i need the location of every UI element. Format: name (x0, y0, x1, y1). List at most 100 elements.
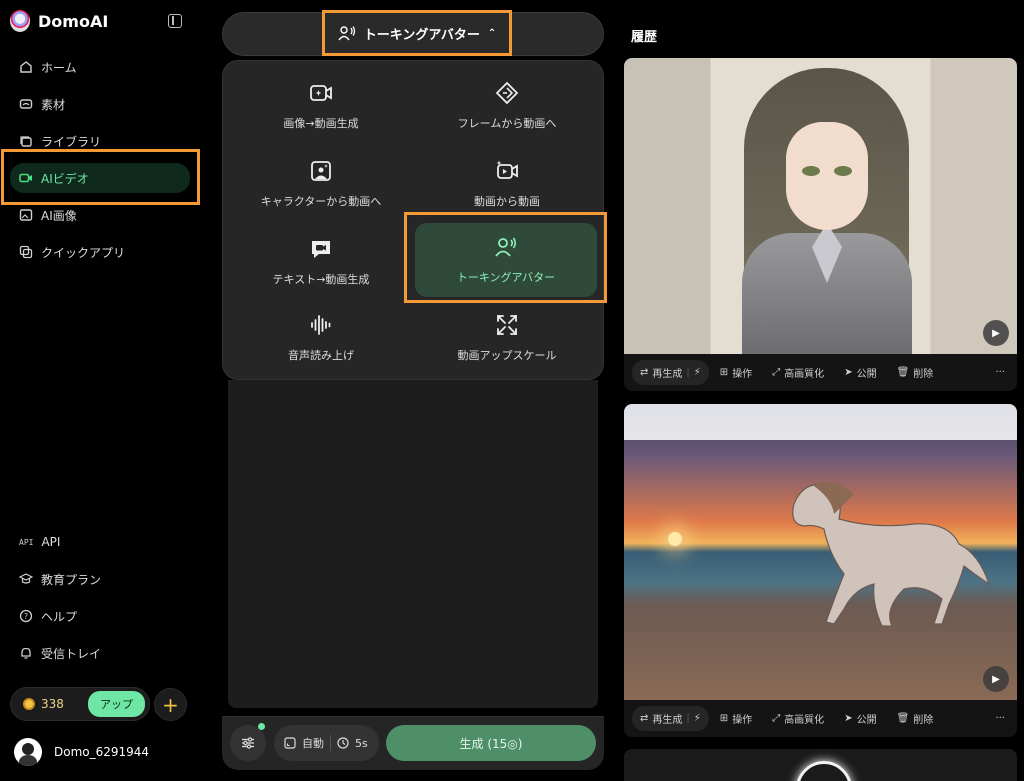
mode-option-video-upscale[interactable]: 動画アップスケール (417, 301, 597, 375)
add-credits-button[interactable]: + (154, 688, 187, 721)
send-icon: ➤ (844, 367, 853, 378)
mode-option-frame-to-video[interactable]: フレームから動画へ (417, 69, 597, 143)
trash-icon: 🗑 (896, 713, 910, 724)
sidebar-item-label: クイックアプリ (41, 245, 126, 260)
thumbnail-art (786, 122, 868, 230)
logo[interactable]: DomoAI (10, 10, 108, 32)
play-button[interactable]: ▶ (983, 320, 1009, 346)
aspect-duration-selector[interactable]: 自動 5s (274, 725, 379, 761)
regenerate-button[interactable]: ⇄ 再生成 | ⚡ (632, 706, 709, 731)
voice-waveform-icon (311, 315, 331, 335)
mode-selector[interactable]: トーキングアバター ⌃ (322, 10, 512, 56)
enhance-button[interactable]: ⤢ 高画質化 (763, 360, 833, 385)
sidebar-item-label: ホーム (41, 60, 77, 75)
publish-button[interactable]: ➤ 公開 (835, 706, 885, 731)
mode-option-image-to-video[interactable]: 画像→動画生成 (231, 69, 411, 143)
bolt-icon: ⚡ (693, 367, 701, 378)
repeat-icon: ⇄ (640, 713, 649, 724)
thumbnail-art (834, 166, 852, 176)
more-button[interactable]: ··· (995, 713, 1005, 724)
plus-square-icon: ⊞ (719, 367, 729, 378)
sidebar-item-label: 教育プラン (41, 572, 102, 587)
delete-label: 削除 (913, 369, 934, 380)
sidebar-collapse-icon[interactable] (168, 14, 182, 28)
sidebar-item-label: AI画像 (41, 208, 77, 223)
quick-app-icon (19, 245, 33, 259)
mode-option-label: フレームから動画へ (457, 117, 557, 130)
regenerate-label: 再生成 (652, 715, 683, 726)
mode-option-video-to-video[interactable]: 動画から動画 (417, 147, 597, 221)
mode-option-label: テキスト→動画生成 (272, 273, 370, 286)
sidebar-item-label: ライブラリ (41, 134, 102, 149)
coin-icon (23, 698, 35, 710)
enhance-label: 高画質化 (784, 715, 825, 726)
highlight-box-sidebar (1, 149, 200, 205)
mode-option-character-to-video[interactable]: キャラクターから動画へ (231, 147, 411, 221)
publish-button[interactable]: ➤ 公開 (835, 360, 885, 385)
thumbnail-art (668, 532, 682, 546)
sidebar-item-api[interactable]: API API (10, 527, 190, 557)
more-button[interactable]: ··· (995, 367, 1005, 378)
plus-square-icon: ⊞ (719, 713, 729, 724)
chevron-up-icon: ⌃ (487, 27, 497, 39)
frame-to-video-icon (495, 81, 519, 105)
operate-label: 操作 (732, 715, 753, 726)
divider (330, 735, 331, 751)
mode-selector-label: トーキングアバター (363, 27, 480, 43)
mode-option-label: キャラクターから動画へ (260, 195, 382, 208)
history-card[interactable]: ▶ ⇄ 再生成 | ⚡ ⊞ 操作 ⤢ 高画質化 ➤ 公開 🗑 削除 ··· (624, 58, 1017, 391)
operate-button[interactable]: ⊞ 操作 (711, 360, 761, 385)
history-title: 履歴 (631, 30, 658, 45)
video-thumbnail[interactable] (624, 58, 1017, 354)
delete-button[interactable]: 🗑 削除 (888, 706, 943, 731)
history-card[interactable]: ▶ ⇄ 再生成 | ⚡ ⊞ 操作 ⤢ 高画質化 ➤ 公開 🗑 削除 ··· (624, 404, 1017, 737)
mode-option-label: 動画から動画 (474, 195, 540, 208)
upgrade-button[interactable]: アップ (88, 691, 145, 717)
sidebar-item-label: API (41, 535, 61, 549)
delete-button[interactable]: 🗑 削除 (888, 360, 943, 385)
play-button[interactable]: ▶ (983, 666, 1009, 692)
history-card[interactable] (624, 749, 1017, 781)
mode-option-voice-read[interactable]: 音声読み上げ (231, 301, 411, 375)
user-name: Domo_6291944 (54, 745, 150, 759)
sidebar-item-label: 素材 (41, 97, 66, 112)
regenerate-button[interactable]: ⇄ 再生成 | ⚡ (632, 360, 709, 385)
sidebar-item-help[interactable]: ? ヘルプ (10, 601, 190, 631)
send-icon: ➤ (844, 713, 853, 724)
play-icon: ▶ (992, 327, 1000, 339)
home-icon (19, 60, 33, 74)
talking-avatar-icon (338, 26, 355, 41)
sidebar-item-inbox[interactable]: 受信トレイ (10, 638, 190, 668)
character-to-video-icon (311, 161, 331, 181)
bolt-icon: ⚡ (693, 713, 701, 724)
publish-label: 公開 (856, 715, 877, 726)
card-toolbar: ⇄ 再生成 | ⚡ ⊞ 操作 ⤢ 高画質化 ➤ 公開 🗑 削除 ··· (624, 700, 1017, 737)
notification-dot (258, 723, 265, 730)
mode-option-label: 音声読み上げ (288, 349, 354, 362)
user-profile[interactable]: Domo_6291944 (14, 738, 149, 766)
repeat-icon: ⇄ (640, 367, 649, 378)
generator-panel: トーキングアバター ⌃ 画像→動画生成 フレームから動画へ キャラクターから動画… (222, 0, 604, 781)
publish-label: 公開 (856, 369, 877, 380)
card-toolbar: ⇄ 再生成 | ⚡ ⊞ 操作 ⤢ 高画質化 ➤ 公開 🗑 削除 ··· (624, 354, 1017, 391)
help-icon: ? (19, 609, 33, 623)
sliders-icon (242, 737, 254, 749)
input-panel (228, 380, 598, 708)
regenerate-label: 再生成 (652, 369, 683, 380)
credit-balance: 338 (41, 697, 64, 711)
sidebar-item-quick-apps[interactable]: クイックアプリ (10, 237, 190, 267)
settings-button[interactable] (230, 725, 266, 761)
enhance-button[interactable]: ⤢ 高画質化 (763, 706, 833, 731)
clock-icon (337, 737, 349, 749)
sidebar-item-education[interactable]: 教育プラン (10, 564, 190, 594)
mode-option-text-to-video[interactable]: テキスト→動画生成 (231, 225, 411, 299)
video-thumbnail[interactable] (624, 404, 1017, 700)
highlight-box-talking-avatar (404, 212, 607, 303)
thumbnail-art (796, 761, 852, 781)
generate-button[interactable]: 生成 (15◎) (386, 725, 596, 761)
thumbnail-art (792, 481, 991, 627)
sidebar-item-home[interactable]: ホーム (10, 52, 190, 82)
operate-button[interactable]: ⊞ 操作 (711, 706, 761, 731)
sidebar-item-assets[interactable]: 素材 (10, 89, 190, 119)
duration-label: 5s (355, 736, 368, 750)
